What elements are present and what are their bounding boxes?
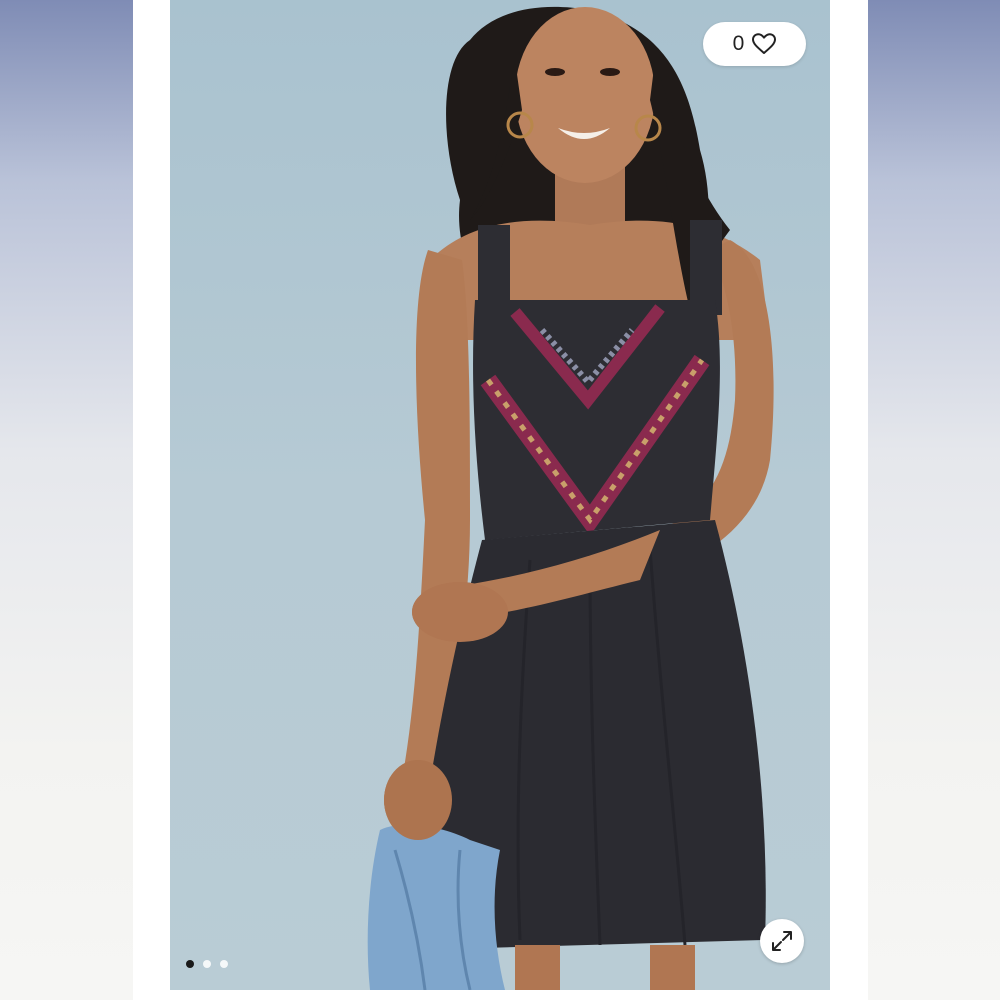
heart-icon [752, 33, 777, 54]
model-illustration [367, 6, 774, 990]
like-count: 0 [732, 32, 745, 55]
product-photo[interactable] [170, 0, 830, 990]
blurred-background-left [0, 0, 133, 1000]
like-button[interactable]: 0 [703, 22, 806, 66]
blurred-background-right [868, 0, 1000, 1000]
expand-image-button[interactable] [760, 919, 804, 963]
carousel-dot[interactable] [220, 960, 228, 968]
expand-arrows-icon [772, 931, 792, 951]
carousel-dot[interactable] [203, 960, 211, 968]
carousel-indicator [186, 960, 228, 968]
carousel-dot-active[interactable] [186, 960, 194, 968]
